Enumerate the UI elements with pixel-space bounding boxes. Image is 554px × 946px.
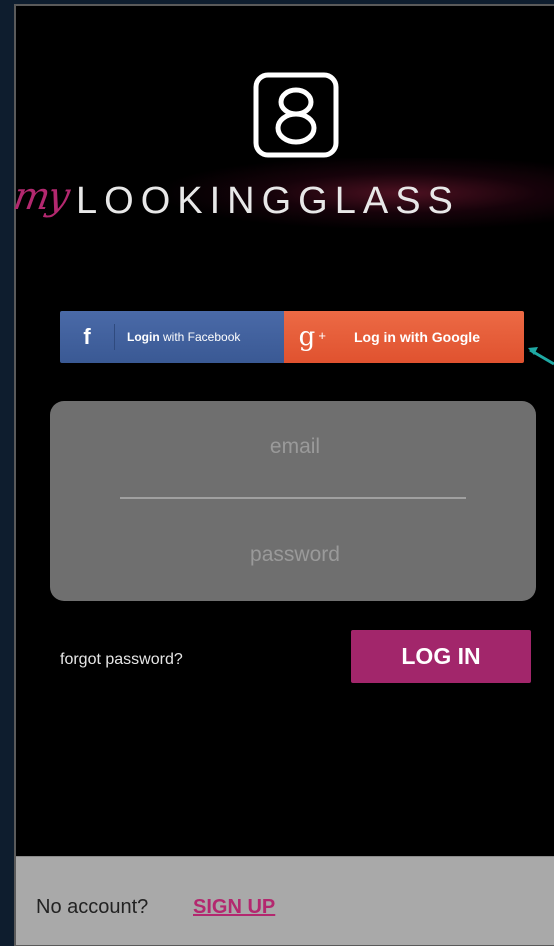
google-login-button[interactable]: g + Log in with Google xyxy=(284,311,524,363)
field-divider xyxy=(120,497,466,499)
teal-arrow-icon xyxy=(528,347,554,366)
brand-script: my xyxy=(10,174,72,218)
facebook-login-label: Login with Facebook xyxy=(127,330,241,344)
login-button[interactable]: LOG IN xyxy=(351,630,531,683)
forgot-password-link[interactable]: forgot password? xyxy=(60,651,183,669)
brand-name: LOOKINGGLASS xyxy=(76,180,460,222)
google-plus-icon: g + xyxy=(298,322,326,352)
logo-eight-icon xyxy=(253,72,339,158)
google-login-label: Log in with Google xyxy=(354,329,480,345)
signup-link[interactable]: SIGN UP xyxy=(193,896,275,919)
facebook-icon: f xyxy=(60,324,115,350)
social-login-bar: f Login with Facebook g + Log in with Goo… xyxy=(60,311,524,363)
password-input[interactable] xyxy=(50,538,540,572)
email-input[interactable] xyxy=(50,430,540,464)
no-account-text: No account? xyxy=(36,896,149,918)
facebook-login-button[interactable]: f Login with Facebook xyxy=(60,311,284,363)
